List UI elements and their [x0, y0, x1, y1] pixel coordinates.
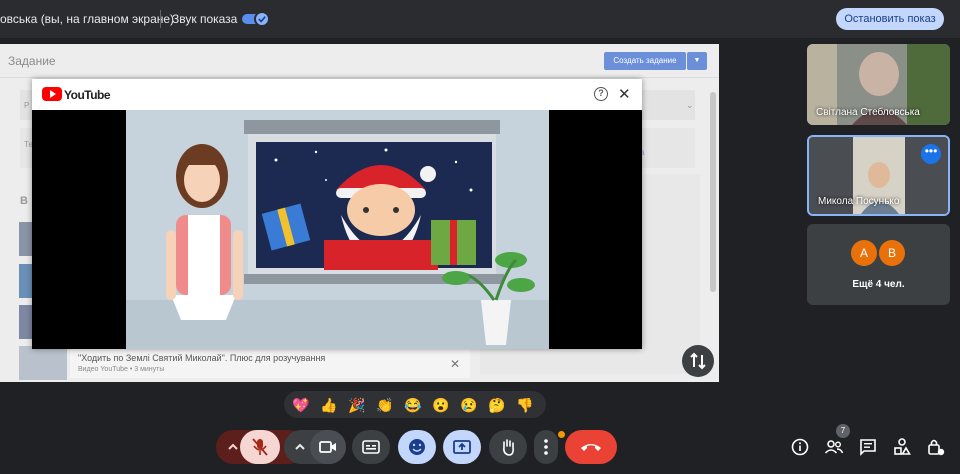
reaction-thumbs-up[interactable]: 👍	[318, 394, 340, 416]
attached-video-title: "Ходить по Землі Святий Миколай". Плюс д…	[78, 353, 326, 363]
video-frame[interactable]	[126, 110, 549, 349]
youtube-brand: YouTube	[64, 88, 111, 102]
close-icon: ✕	[450, 357, 461, 371]
participant-tile[interactable]: Світлана Стебловська	[807, 44, 950, 125]
shared-page-title: Задание	[8, 54, 56, 68]
help-icon[interactable]: ?	[594, 87, 608, 101]
top-separator	[160, 10, 161, 28]
reaction-laugh[interactable]: 😂	[402, 394, 424, 416]
hand-icon	[503, 439, 514, 456]
stop-presenting-button[interactable]: Остановить показ	[836, 8, 944, 30]
mic-toggle-button[interactable]	[240, 430, 280, 464]
swap-icon	[690, 352, 706, 370]
presenting-status: овська (вы, на главном экране)	[0, 12, 175, 26]
avatar: А	[851, 240, 877, 266]
scrollbar	[710, 92, 716, 292]
chevron-down-icon: ⌄	[686, 100, 694, 110]
create-assignment-button: Создать задание	[604, 52, 686, 70]
camera-icon	[319, 441, 336, 453]
swap-layout-button[interactable]	[682, 345, 714, 377]
avatar: В	[879, 240, 905, 266]
sound-label: Звук показа	[172, 12, 238, 26]
mic-off-icon	[252, 438, 268, 456]
youtube-logo-icon	[42, 87, 62, 101]
reaction-sparkling-heart[interactable]: 💖	[290, 394, 312, 416]
camera-toggle-button[interactable]	[310, 430, 346, 464]
reaction-clap[interactable]: 👏	[374, 394, 396, 416]
notification-dot	[558, 431, 565, 438]
raise-hand-button[interactable]	[489, 430, 527, 464]
info-icon[interactable]	[790, 437, 810, 457]
more-participants-tile[interactable]: А В Ещё 4 чел.	[807, 224, 950, 305]
more-participants-label: Ещё 4 чел.	[852, 279, 905, 290]
hang-up-icon	[581, 444, 601, 451]
reactions-button[interactable]	[398, 430, 436, 464]
emoji-icon	[409, 439, 425, 455]
section-letter: В	[20, 195, 28, 207]
end-call-button[interactable]	[565, 430, 617, 464]
video-thumbnail	[19, 346, 67, 380]
video-illustration	[126, 110, 549, 349]
reaction-surprised[interactable]: 😮	[430, 394, 452, 416]
reactions-bar: 💖 👍 🎉 👏 😂 😮 😢 🤔 👎	[284, 391, 546, 418]
present-screen-button[interactable]	[443, 430, 481, 464]
shared-header: Задание Создать задание ▼	[0, 44, 719, 78]
participant-tile[interactable]: ••• Микола Посунько	[807, 135, 950, 216]
people-icon[interactable]	[824, 437, 844, 457]
captions-button[interactable]	[352, 430, 390, 464]
youtube-header: YouTube ? ✕	[32, 79, 642, 110]
captions-icon	[362, 440, 380, 454]
chevron-up-icon[interactable]	[226, 440, 240, 454]
reaction-sad[interactable]: 😢	[458, 394, 480, 416]
chevron-up-icon[interactable]	[293, 440, 307, 454]
reaction-party[interactable]: 🎉	[346, 394, 368, 416]
activities-icon[interactable]	[892, 437, 912, 457]
participant-name: Світлана Стебловська	[816, 107, 920, 118]
close-icon[interactable]: ✕	[618, 85, 631, 103]
check-icon	[258, 16, 266, 23]
more-options-button[interactable]	[534, 430, 558, 464]
sound-toggle[interactable]	[242, 11, 270, 27]
reaction-thumbs-down[interactable]: 👎	[514, 394, 536, 416]
chevron-down-icon: ▼	[687, 52, 707, 70]
faint-row-label: Р	[24, 101, 30, 110]
chat-icon[interactable]	[858, 437, 878, 457]
present-icon	[453, 440, 471, 454]
participant-name: Микола Посунько	[818, 196, 900, 207]
youtube-player[interactable]: YouTube ? ✕	[32, 79, 642, 349]
top-bar: овська (вы, на главном экране) Звук пока…	[0, 0, 960, 38]
people-count-badge: 7	[836, 424, 850, 438]
more-options-icon[interactable]: •••	[921, 144, 941, 164]
toggle-knob	[254, 11, 270, 27]
attached-video-meta: Видео YouTube • 3 минуты	[78, 366, 165, 373]
reaction-thinking[interactable]: 🤔	[486, 394, 508, 416]
more-vert-icon	[544, 439, 548, 455]
host-controls-icon[interactable]	[926, 437, 946, 457]
